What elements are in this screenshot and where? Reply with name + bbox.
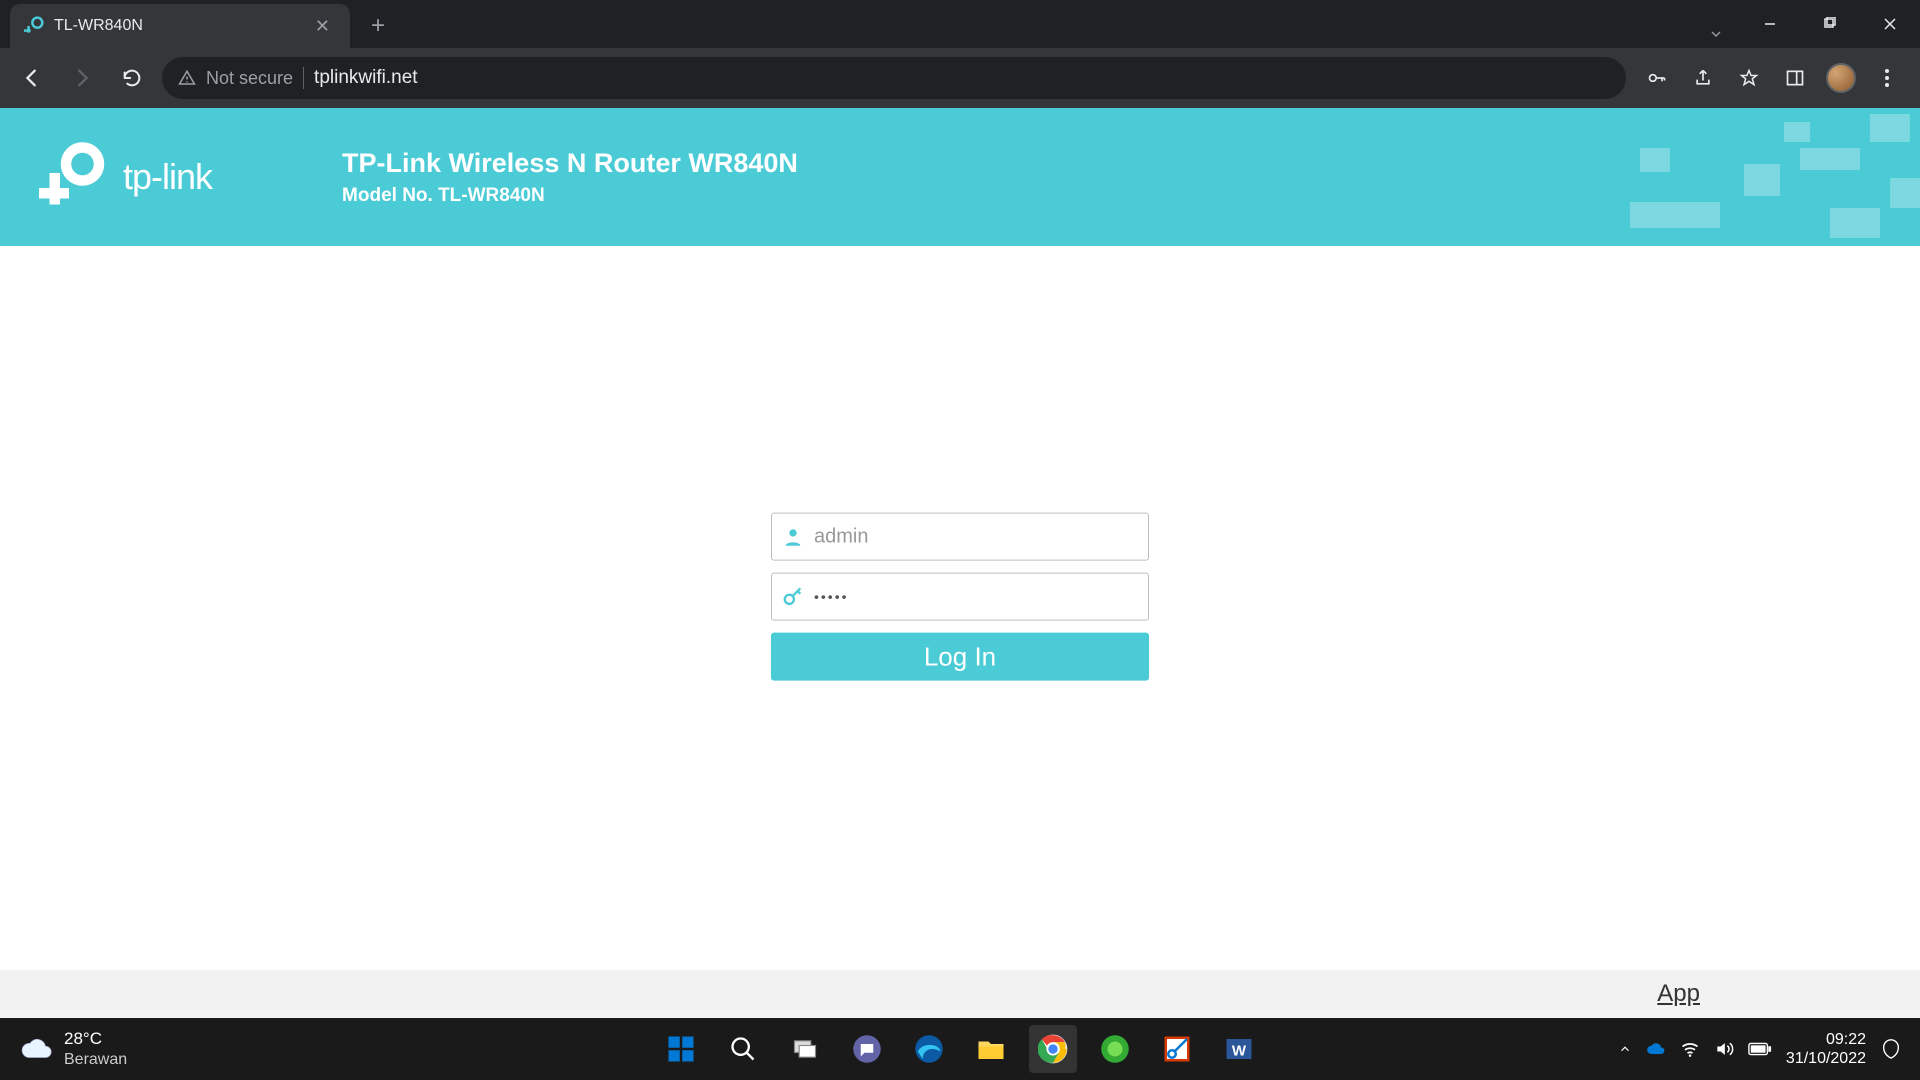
bookmark-star-icon[interactable] [1728, 57, 1770, 99]
browser-toolbar: Not secure tplinkwifi.net [0, 48, 1920, 108]
app-link[interactable]: App [1657, 980, 1700, 1008]
router-banner: tp-link TP-Link Wireless N Router WR840N… [0, 108, 1920, 246]
word-app-icon[interactable]: W [1215, 1025, 1263, 1073]
url-text: tplinkwifi.net [314, 67, 418, 89]
system-tray: 09:22 31/10/2022 [1618, 1030, 1920, 1068]
weather-widget[interactable]: 28°C Berawan [0, 1029, 127, 1069]
username-field-wrap [771, 513, 1149, 561]
task-view-icon[interactable] [781, 1025, 829, 1073]
tplink-logo: tp-link [36, 140, 212, 215]
reload-button[interactable] [112, 58, 152, 98]
close-tab-icon[interactable]: ✕ [309, 14, 336, 39]
maximize-button[interactable] [1800, 6, 1860, 42]
login-button[interactable]: Log In [771, 633, 1149, 681]
file-explorer-icon[interactable] [967, 1025, 1015, 1073]
volume-icon[interactable] [1714, 1039, 1734, 1059]
login-form: Log In [771, 513, 1149, 681]
share-icon[interactable] [1682, 57, 1724, 99]
weather-condition: Berawan [64, 1050, 127, 1069]
not-secure-label: Not secure [206, 68, 293, 89]
close-window-button[interactable] [1860, 6, 1920, 42]
clock-date: 31/10/2022 [1786, 1049, 1866, 1068]
password-input[interactable] [814, 589, 1138, 605]
weather-temp: 28°C [64, 1029, 127, 1049]
logo-text: tp-link [123, 156, 212, 198]
tab-favicon-icon [24, 16, 44, 36]
svg-text:W: W [1232, 1042, 1247, 1059]
cloud-icon [20, 1032, 54, 1066]
notification-icon[interactable] [1880, 1038, 1902, 1060]
taskbar-apps: W [657, 1025, 1263, 1073]
username-input[interactable] [814, 525, 1138, 548]
windows-taskbar: 28°C Berawan W [0, 1018, 1920, 1080]
router-title: TP-Link Wireless N Router WR840N [342, 148, 798, 179]
router-model: Model No. TL-WR840N [342, 185, 798, 207]
omnibox-separator [303, 67, 304, 89]
app-icon-1[interactable] [1091, 1025, 1139, 1073]
user-icon [782, 526, 804, 548]
browser-tab[interactable]: TL-WR840N ✕ [10, 4, 350, 48]
battery-icon[interactable] [1748, 1039, 1772, 1059]
onedrive-icon[interactable] [1646, 1039, 1666, 1059]
search-icon[interactable] [719, 1025, 767, 1073]
password-field-wrap [771, 573, 1149, 621]
clock[interactable]: 09:22 31/10/2022 [1786, 1030, 1866, 1068]
forward-button[interactable] [62, 58, 102, 98]
chrome-browser-icon[interactable] [1029, 1025, 1077, 1073]
key-icon [782, 586, 804, 608]
password-key-icon[interactable] [1636, 57, 1678, 99]
clock-time: 09:22 [1826, 1030, 1866, 1049]
chat-app-icon[interactable] [843, 1025, 891, 1073]
side-panel-icon[interactable] [1774, 57, 1816, 99]
snipping-tool-icon[interactable] [1153, 1025, 1201, 1073]
page-footer: App [0, 970, 1920, 1018]
banner-decoration [1560, 108, 1920, 246]
page-content: tp-link TP-Link Wireless N Router WR840N… [0, 108, 1920, 1018]
address-bar[interactable]: Not secure tplinkwifi.net [162, 57, 1626, 99]
minimize-button[interactable] [1740, 6, 1800, 42]
browser-titlebar: TL-WR840N ✕ + [0, 0, 1920, 48]
back-button[interactable] [12, 58, 52, 98]
start-button[interactable] [657, 1025, 705, 1073]
edge-browser-icon[interactable] [905, 1025, 953, 1073]
tray-expand-icon[interactable] [1618, 1042, 1632, 1056]
wifi-icon[interactable] [1680, 1039, 1700, 1059]
tab-title: TL-WR840N [54, 17, 299, 35]
profile-avatar[interactable] [1820, 57, 1862, 99]
tab-search-dropdown-icon[interactable] [1692, 26, 1740, 42]
not-secure-icon [178, 69, 196, 87]
new-tab-button[interactable]: + [360, 8, 396, 44]
window-controls [1740, 6, 1920, 42]
chrome-menu-icon[interactable] [1866, 57, 1908, 99]
